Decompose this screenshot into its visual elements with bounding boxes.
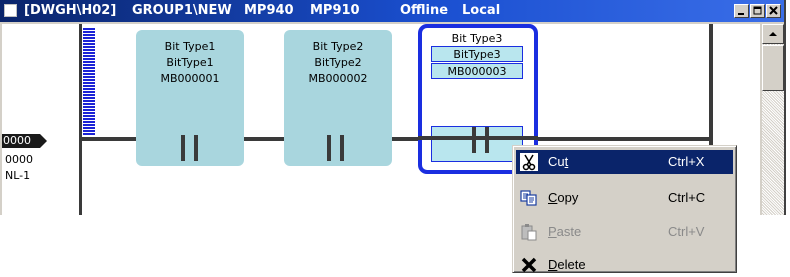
copy-icon bbox=[520, 190, 537, 206]
title-mode: Local bbox=[462, 3, 501, 18]
menu-item-shortcut: Ctrl+X bbox=[668, 154, 705, 169]
menu-item-label: Delete bbox=[548, 257, 586, 272]
restore-icon bbox=[753, 6, 762, 15]
block-address: MB000003 bbox=[447, 65, 507, 78]
rung-step-ruler bbox=[83, 28, 95, 136]
title-model: MP940 bbox=[244, 3, 294, 18]
minimize-icon bbox=[738, 13, 744, 15]
title-drawing: [DWGH\H02] bbox=[24, 3, 117, 18]
menu-item-label: Copy bbox=[548, 190, 579, 205]
paste-icon bbox=[521, 224, 537, 241]
block-address: MB000001 bbox=[160, 72, 220, 85]
block-symbol: BitType1 bbox=[166, 56, 214, 69]
menu-item-copy[interactable]: Copy Ctrl+C bbox=[516, 186, 733, 210]
block-comment: Bit Type2 bbox=[312, 40, 364, 53]
contact-block-1[interactable]: Bit Type1 BitType1 MB000001 bbox=[136, 30, 244, 166]
contact-block-2[interactable]: Bit Type2 BitType2 MB000002 bbox=[284, 30, 392, 166]
contact-right-bar bbox=[194, 135, 198, 161]
title-group: GROUP1\NEW bbox=[132, 3, 232, 18]
menu-item-shortcut: Ctrl+C bbox=[668, 190, 706, 205]
contact-left-bar bbox=[472, 127, 476, 153]
context-menu: Cut Ctrl+X Copy Ctrl+C Paste Ctrl+V Dele… bbox=[512, 145, 737, 273]
arrow-up-icon bbox=[769, 32, 777, 36]
scroll-thumb[interactable] bbox=[762, 45, 784, 91]
rung-network-label: NL-1 bbox=[5, 169, 31, 182]
menu-item-shortcut: Ctrl+V bbox=[668, 224, 705, 239]
contact-left-bar bbox=[327, 135, 331, 161]
vertical-scrollbar[interactable] bbox=[762, 24, 784, 215]
delete-x-icon bbox=[521, 257, 537, 273]
menu-item-cut[interactable]: Cut Ctrl+X bbox=[516, 150, 733, 174]
contact-left-bar bbox=[181, 135, 185, 161]
block-address: MB000002 bbox=[308, 72, 368, 85]
menu-item-label: Cut bbox=[548, 154, 569, 169]
menu-item-paste[interactable]: Paste Ctrl+V bbox=[516, 220, 733, 244]
block-comment: Bit Type1 bbox=[164, 40, 216, 53]
close-icon bbox=[769, 6, 778, 15]
contact-right-bar bbox=[485, 127, 489, 153]
rung-step-label: 0000 bbox=[5, 153, 33, 166]
menu-item-label: Paste bbox=[548, 224, 582, 239]
block-symbol: BitType2 bbox=[314, 56, 362, 69]
block-comment: Bit Type3 bbox=[451, 32, 503, 45]
left-power-rail bbox=[79, 24, 82, 215]
title-status: Offline bbox=[400, 3, 449, 18]
block-symbol: BitType3 bbox=[453, 48, 501, 61]
scroll-up-button[interactable] bbox=[762, 24, 784, 44]
title-cpu: MP910 bbox=[310, 3, 360, 18]
rung-tag-arrow bbox=[40, 134, 47, 148]
contact-right-bar bbox=[340, 135, 344, 161]
rung-number-tag[interactable]: 0000 bbox=[2, 134, 40, 148]
window-icon[interactable] bbox=[4, 4, 17, 17]
menu-item-delete[interactable]: Delete bbox=[516, 253, 733, 277]
contact-wire bbox=[418, 136, 538, 140]
close-button[interactable] bbox=[766, 4, 781, 18]
scissors-icon bbox=[520, 153, 538, 171]
block-contact-cell bbox=[431, 126, 523, 162]
title-bar[interactable]: [DWGH\H02] GROUP1\NEW MP940 MP910 Offlin… bbox=[0, 0, 784, 22]
restore-button[interactable] bbox=[750, 4, 765, 18]
minimize-button[interactable] bbox=[734, 4, 749, 18]
